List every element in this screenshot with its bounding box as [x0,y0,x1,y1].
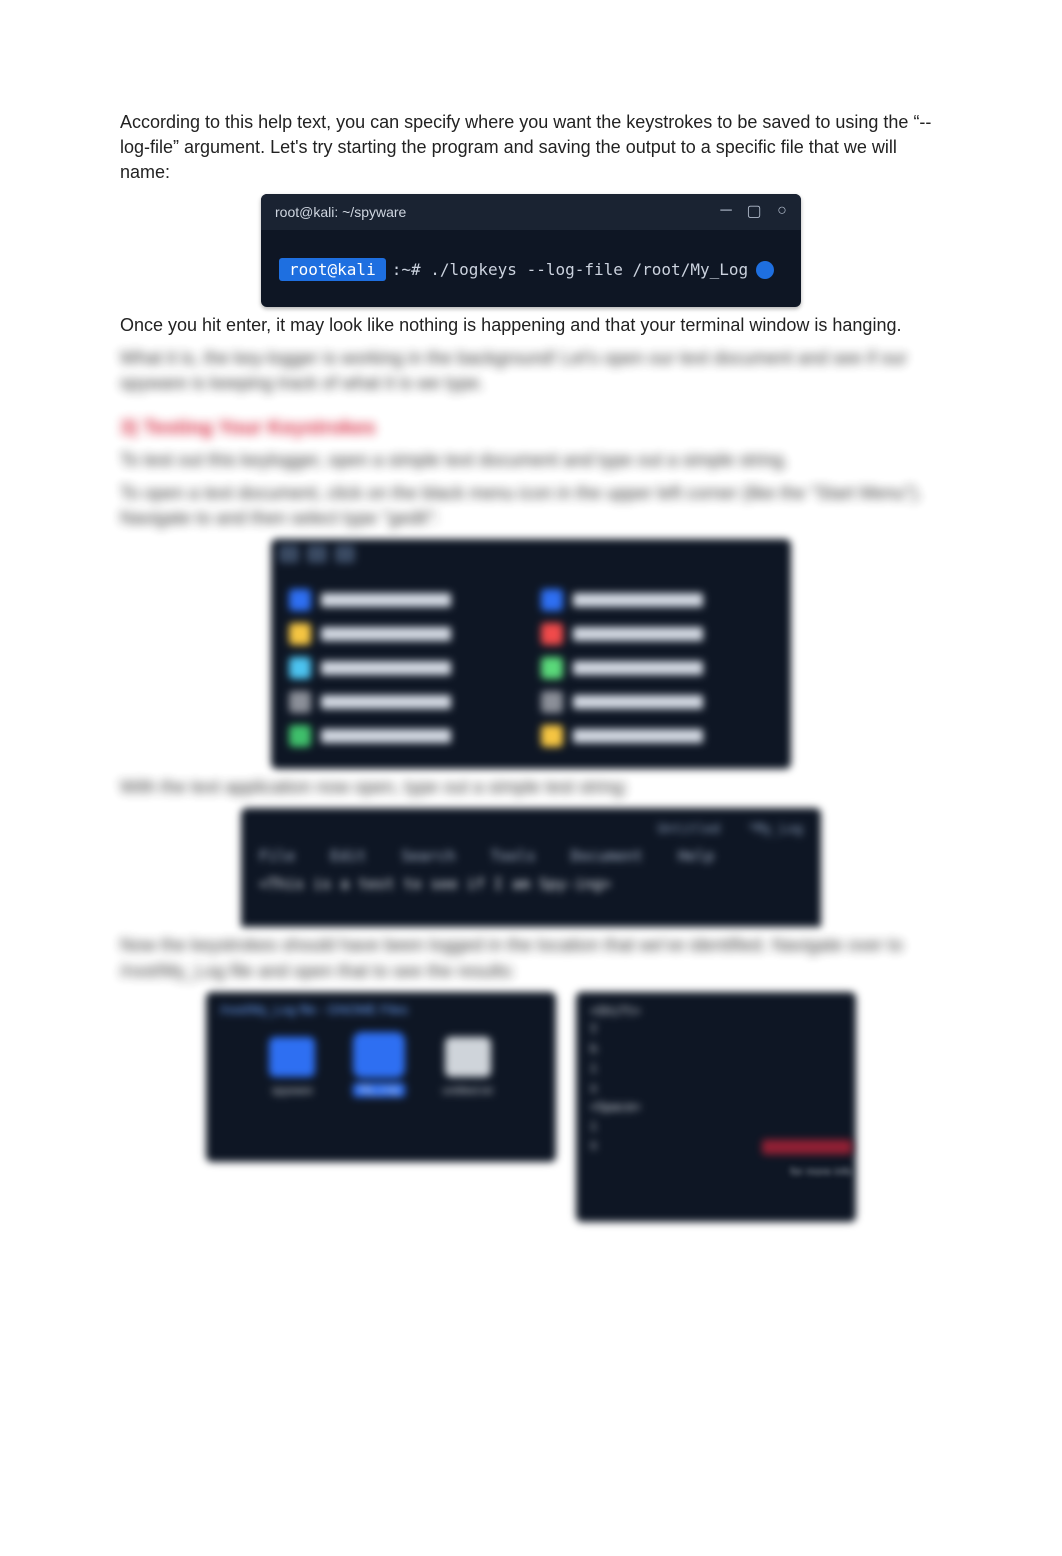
file-item: untitled.txt [443,1037,493,1097]
terminal-titlebar: root@kali: ~/spyware ─ ▢ ○ [261,194,801,230]
paragraph-2: Once you hit enter, it may look like not… [120,313,942,338]
menu-item-label [573,661,703,675]
editor-menu-help: Help [678,847,714,865]
menu-right-column [541,589,773,755]
log-output-screenshot: <Shift>This<Space>is [576,992,856,1222]
menu-item-left [289,657,521,679]
watermark-caption: for more info [790,1166,852,1178]
menu-item-left [289,589,521,611]
menu-item-label [573,627,703,641]
log-line: <Shift> [590,1002,842,1021]
menu-item-label [573,593,703,607]
menu-item-icon [541,589,563,611]
log-line: <Space> [590,1098,842,1117]
paragraph-7-blurred: Now the keystrokes should have been logg… [120,933,942,983]
file-browser-title: /root/My_Log file - GNOME Files [220,1002,542,1017]
menu-item-icon [541,657,563,679]
file-item: My_Log [353,1035,404,1097]
menu-left-column [289,589,521,755]
file-label: My_Log [353,1083,404,1097]
menu-item-icon [289,589,311,611]
file-browser-screenshot: /root/My_Log file - GNOME Files spyware M… [206,992,556,1162]
menu-item-left [289,725,521,747]
log-line: T [590,1021,842,1040]
file-label: untitled.txt [443,1085,493,1097]
menu-item-label [321,627,451,641]
editor-screenshot: Untitled *My_Log File Edit Search Tools … [120,808,942,927]
paragraph-3-blurred: What it is, the key-logger is working in… [120,346,942,396]
menu-item-right [541,623,773,645]
file-label: spyware [272,1085,313,1097]
menu-item-right [541,589,773,611]
intro-paragraph-1: According to this help text, you can spe… [120,110,942,186]
maximize-icon: ▢ [745,202,763,220]
menu-item-icon [289,623,311,645]
bottom-screenshot-pair: /root/My_Log file - GNOME Files spyware M… [120,992,942,1222]
terminal-command: :~# ./logkeys --log-file /root/My_Log [392,260,748,279]
menu-item-icon [289,691,311,713]
document-page: According to this help text, you can spe… [0,0,1062,1282]
paragraph-5-blurred: To open a text document, click on the bl… [120,481,942,531]
watermark-logo [762,1133,852,1161]
folder-icon [269,1037,315,1077]
editor-content-line: <This is a test to see if I am Spy-ing> [259,875,803,893]
menu-item-icon [289,657,311,679]
editor-tabs: Untitled *My_Log [259,822,803,837]
close-icon: ○ [773,202,791,220]
menu-item-left [289,691,521,713]
terminal-body: root@kali :~# ./logkeys --log-file /root/… [261,230,801,308]
file-icon [356,1035,402,1075]
editor-menu-edit: Edit [330,847,366,865]
terminal-prompt: root@kali [279,258,386,281]
cursor-icon [756,261,774,279]
editor-tab-2: *My_Log [748,822,803,837]
menu-item-right [541,657,773,679]
minimize-icon: ─ [717,202,735,220]
menu-item-label [573,695,703,709]
file-item: spyware [269,1037,315,1097]
log-line: i [590,1059,842,1078]
editor-menu-search: Search [401,847,455,865]
menu-item-icon [289,725,311,747]
menu-item-label [321,593,451,607]
log-line: s [590,1079,842,1098]
editor-menu-file: File [259,847,295,865]
menu-item-right [541,725,773,747]
menu-screenshot [120,539,942,769]
menu-item-label [321,661,451,675]
paragraph-6-blurred: With the text application now open, type… [120,775,942,800]
menu-item-left [289,623,521,645]
file-icon [445,1037,491,1077]
section-heading: 3) Testing Your Keystrokes [120,417,942,440]
terminal-title-text: root@kali: ~/spyware [275,204,406,220]
log-line: h [590,1040,842,1059]
menu-item-label [573,729,703,743]
menu-item-label [321,729,451,743]
paragraph-4-blurred: To test out this keylogger, open a simpl… [120,448,942,473]
menu-item-icon [541,623,563,645]
editor-menubar: File Edit Search Tools Document Help [259,847,803,865]
editor-menu-document: Document [571,847,643,865]
menu-item-label [321,695,451,709]
editor-tab-1: Untitled [658,822,721,837]
menu-item-icon [541,725,563,747]
menu-item-icon [541,691,563,713]
menu-item-right [541,691,773,713]
editor-menu-tools: Tools [491,847,536,865]
terminal-screenshot-1: root@kali: ~/spyware ─ ▢ ○ root@kali :~# … [120,194,942,308]
